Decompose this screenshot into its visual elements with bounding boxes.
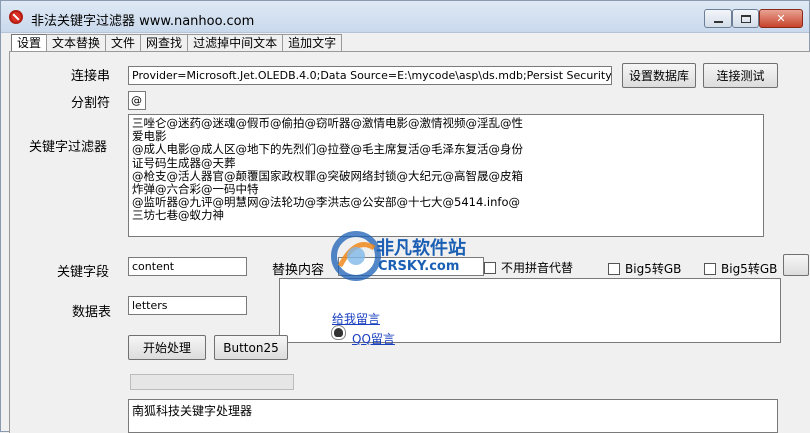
connection-string-input[interactable]: Provider=Microsoft.Jet.OLEDB.4.0;Data So… [128,66,612,85]
watermark-logo: 非凡软件站 CRSKY.com [326,226,491,286]
keyword-filter-textarea[interactable]: 三唑仑@迷药@迷魂@假币@偷拍@窃听器@激情电影@激情视频@淫乱@性 爱电影 @… [128,114,764,237]
tab-filter-middle-text[interactable]: 过滤掉中间文本 [187,34,284,52]
start-processing-button[interactable]: 开始处理 [128,335,206,360]
connection-label: 连接串 [71,69,111,84]
big5-to-gb-text-2: Big5转GB [721,262,778,276]
data-table-input[interactable]: letters [128,296,247,315]
app-window: 非法关键字过滤器 www.nanhoo.com ✕ 设置 文本替换 文件 网查找… [0,0,810,433]
progress-bar [130,374,294,390]
close-icon: ✕ [776,12,786,25]
qq-message-link[interactable]: QQ留言 [352,330,395,347]
tab-file[interactable]: 文件 [105,34,142,52]
separator-input[interactable]: @ [128,91,146,110]
tab-text-replace[interactable]: 文本替换 [46,34,107,52]
big5-to-gb-box-2 [704,262,716,275]
tab-web-search[interactable]: 网查找 [140,34,189,52]
data-table-label: 数据表 [72,305,112,320]
keyword-filter-label: 关键字过滤器 [29,140,108,155]
app-stop-icon [9,10,23,24]
minimize-icon [713,20,723,23]
window-title: 非法关键字过滤器 www.nanhoo.com [31,14,255,29]
big5-to-gb-checkbox-1[interactable]: Big5转GB [608,260,681,277]
watermark-text-en: CRSKY.com [378,259,460,274]
no-pinyin-checkbox[interactable]: 不用拼音代替 [484,259,573,276]
test-connection-button[interactable]: 连接测试 [703,63,778,88]
close-button[interactable]: ✕ [759,9,803,28]
keyword-field-input[interactable]: content [128,257,247,276]
big5-to-gb-text-1: Big5转GB [625,262,682,276]
qq-penguin-icon [332,326,345,339]
big5-to-gb-checkbox-2[interactable]: Big5转GB [704,260,777,277]
maximize-button[interactable] [732,9,759,28]
watermark-text-cn: 非凡软件站 [376,238,466,259]
tab-append-text[interactable]: 追加文字 [282,34,343,52]
truncated-button[interactable] [783,254,809,276]
minimize-button[interactable] [704,9,732,28]
separator-label: 分割符 [71,96,111,111]
set-database-button[interactable]: 设置数据库 [622,63,696,88]
replace-content-label: 替换内容 [272,263,325,278]
button25[interactable]: Button25 [214,335,288,360]
no-pinyin-text: 不用拼音代替 [501,261,574,275]
output-textarea[interactable]: 南狐科技关键字处理器 [128,399,778,433]
title-bar[interactable]: 非法关键字过滤器 www.nanhoo.com ✕ [1,1,809,33]
maximize-icon [740,14,751,23]
tab-strip: 设置 文本替换 文件 网查找 过滤掉中间文本 追加文字 [11,34,343,53]
big5-to-gb-box-1 [608,262,620,275]
leave-message-link[interactable]: 给我留言 [332,310,380,327]
keyword-field-label: 关键字段 [57,265,110,280]
